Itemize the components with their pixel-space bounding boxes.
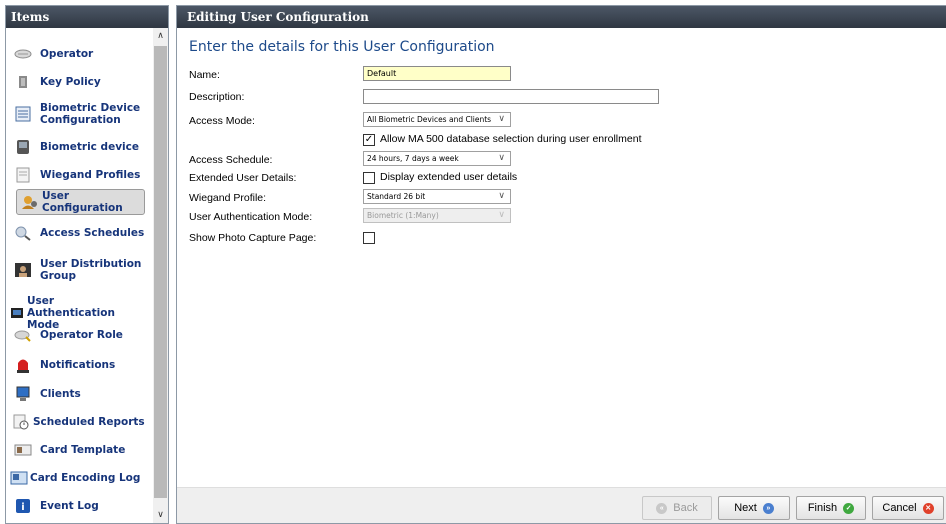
- sidebar-item-label: User Authentication Mode: [27, 295, 115, 331]
- access-mode-label: Access Mode:: [189, 115, 255, 127]
- cancel-button[interactable]: Cancel ✕: [872, 496, 944, 520]
- sidebar-item-label: User Distribution Group: [40, 258, 142, 282]
- sidebar-item-label: Operator Role: [40, 329, 123, 341]
- biometric-config-icon: [14, 106, 32, 122]
- notifications-icon: [14, 357, 32, 373]
- editor-panel: Editing User Configuration Enter the det…: [176, 5, 946, 524]
- sidebar-item-key-policy[interactable]: Key Policy: [14, 74, 148, 90]
- extended-details-label: Extended User Details:: [189, 172, 297, 184]
- sidebar-item-label: Scheduled Reports: [33, 416, 145, 428]
- cancel-button-label: Cancel: [882, 502, 917, 514]
- access-mode-value: All Biometric Devices and Clients: [367, 115, 492, 124]
- sidebar-item-label: Biometric device: [40, 141, 139, 153]
- sidebar-item-event-log[interactable]: i Event Log: [14, 498, 148, 514]
- user-auth-icon: [10, 305, 24, 321]
- sidebar-item-user-distribution-group[interactable]: User Distribution Group: [14, 258, 148, 282]
- finish-button[interactable]: Finish ✓: [796, 496, 866, 520]
- user-config-icon: [21, 194, 39, 210]
- chevron-down-icon: ∨: [498, 191, 505, 201]
- description-label: Description:: [189, 91, 245, 103]
- name-label: Name:: [189, 69, 220, 81]
- items-list: Operator Key Policy Biometric Device Con…: [6, 28, 154, 523]
- extended-details-checkbox-label: Display extended user details: [380, 171, 518, 183]
- svg-text:i: i: [21, 502, 24, 513]
- description-field[interactable]: [363, 89, 659, 104]
- sidebar-item-label: Biometric Device Configuration: [40, 102, 141, 126]
- wiegand-profile-value: Standard 26 bit: [367, 192, 426, 201]
- sidebar-item-label: Card Template: [40, 444, 126, 456]
- close-icon: ✕: [922, 502, 934, 514]
- sidebar-item-operator-role[interactable]: Operator Role: [14, 327, 148, 343]
- scroll-down-icon[interactable]: ∨: [153, 507, 168, 523]
- sidebar-item-operator[interactable]: Operator: [14, 46, 148, 62]
- auth-mode-label: User Authentication Mode:: [189, 211, 313, 223]
- back-button-label: Back: [673, 502, 698, 514]
- access-schedule-icon: [14, 225, 32, 241]
- finish-button-label: Finish: [807, 502, 838, 514]
- sidebar-item-label: Clients: [40, 388, 81, 400]
- next-button[interactable]: Next »: [718, 496, 790, 520]
- check-icon: ✓: [843, 502, 855, 514]
- sidebar-item-label: Key Policy: [40, 76, 101, 88]
- back-button[interactable]: « Back: [642, 496, 712, 520]
- items-panel-header: Items: [6, 6, 168, 28]
- ma500-label: Allow MA 500 database selection during u…: [380, 133, 642, 145]
- access-schedule-select[interactable]: 24 hours, 7 days a week ∨: [363, 151, 511, 166]
- user-distribution-icon: [14, 262, 32, 278]
- sidebar-item-card-template[interactable]: Card Template: [14, 442, 148, 458]
- wiegand-icon: [14, 167, 32, 183]
- clients-icon: [14, 386, 32, 402]
- access-schedule-label: Access Schedule:: [189, 154, 273, 166]
- items-panel: Items Operator Key Policy Biometric Devi…: [5, 5, 169, 524]
- access-mode-select[interactable]: All Biometric Devices and Clients ∨: [363, 112, 511, 127]
- next-button-label: Next: [734, 502, 757, 514]
- photo-capture-label: Show Photo Capture Page:: [189, 232, 317, 244]
- card-template-icon: [14, 442, 32, 458]
- sidebar-item-notifications[interactable]: Notifications: [14, 357, 148, 373]
- back-arrow-icon: «: [656, 502, 668, 514]
- biometric-device-icon: [14, 139, 32, 155]
- sidebar-item-card-encoding-log[interactable]: Card Encoding Log: [10, 470, 144, 486]
- sidebar-item-clients[interactable]: Clients: [14, 386, 148, 402]
- sidebar-item-scheduled-reports[interactable]: Scheduled Reports: [12, 414, 146, 430]
- sidebar-item-label: Card Encoding Log: [30, 472, 141, 484]
- sidebar-item-access-schedules[interactable]: Access Schedules: [14, 225, 148, 241]
- scroll-thumb[interactable]: [154, 46, 167, 498]
- chevron-down-icon: ∨: [498, 114, 505, 124]
- sidebar-item-label: User Configuration: [42, 190, 123, 214]
- card-encoding-icon: [10, 470, 28, 486]
- key-policy-icon: [14, 74, 32, 90]
- chevron-down-icon: ∨: [498, 210, 505, 220]
- chevron-down-icon: ∨: [498, 153, 505, 163]
- sidebar-item-biometric-device[interactable]: Biometric device: [14, 139, 148, 155]
- ma500-checkbox[interactable]: ✓: [363, 134, 375, 146]
- wiegand-profile-label: Wiegand Profile:: [189, 192, 267, 204]
- scheduled-reports-icon: [12, 414, 30, 430]
- sidebar-item-label: Wiegand Profiles: [40, 169, 141, 181]
- event-log-icon: i: [14, 498, 32, 514]
- sidebar-item-label: Operator: [40, 48, 94, 60]
- photo-capture-checkbox[interactable]: [363, 232, 375, 244]
- name-field[interactable]: Default: [363, 66, 511, 81]
- next-arrow-icon: »: [762, 502, 774, 514]
- scroll-up-icon[interactable]: ∧: [153, 28, 168, 44]
- auth-mode-select: Biometric (1:Many) ∨: [363, 208, 511, 223]
- editor-panel-header: Editing User Configuration: [177, 6, 946, 28]
- sidebar-item-wiegand-profiles[interactable]: Wiegand Profiles: [14, 167, 148, 183]
- sidebar-item-biometric-device-configuration[interactable]: Biometric Device Configuration: [14, 102, 148, 126]
- operator-role-icon: [14, 327, 32, 343]
- page-title: Enter the details for this User Configur…: [189, 39, 495, 55]
- sidebar-item-label: Notifications: [40, 359, 116, 371]
- wizard-footer: « Back Next » Finish ✓ Cancel ✕: [177, 487, 946, 523]
- access-schedule-value: 24 hours, 7 days a week: [367, 154, 459, 163]
- auth-mode-value: Biometric (1:Many): [367, 211, 439, 220]
- operator-icon: [14, 46, 32, 62]
- wiegand-profile-select[interactable]: Standard 26 bit ∨: [363, 189, 511, 204]
- items-scrollbar[interactable]: ∧ ∨: [153, 28, 168, 523]
- extended-details-checkbox[interactable]: [363, 172, 375, 184]
- sidebar-item-label: Event Log: [40, 500, 99, 512]
- sidebar-item-user-authentication-mode[interactable]: User Authentication Mode: [10, 295, 144, 331]
- sidebar-item-user-configuration[interactable]: User Configuration: [16, 189, 145, 215]
- sidebar-item-label: Access Schedules: [40, 227, 145, 239]
